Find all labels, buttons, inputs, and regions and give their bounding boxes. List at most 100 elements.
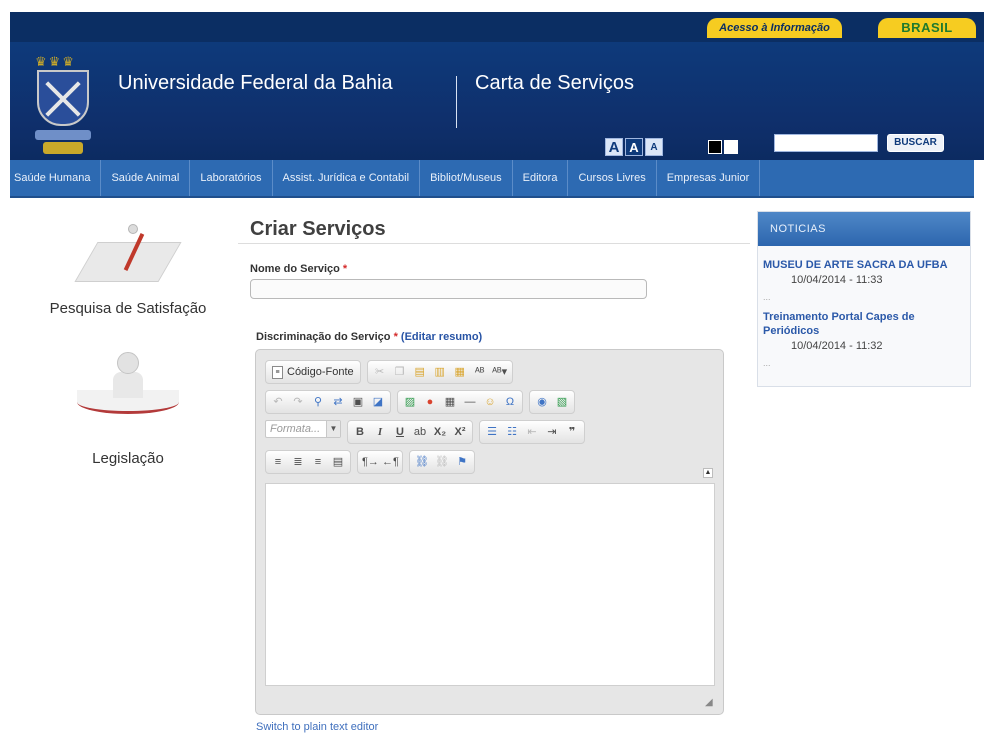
bold-icon[interactable]: B (352, 424, 368, 440)
superscript-icon[interactable]: X² (452, 424, 468, 440)
special-char-icon[interactable]: Ω (502, 394, 518, 410)
nav-item-empresas-junior[interactable]: Empresas Junior (657, 160, 761, 196)
chevron-down-icon: ▼ (326, 421, 340, 437)
format-select-value: Formata... (270, 423, 321, 435)
ltr-icon[interactable]: ¶→ (362, 454, 379, 470)
nav-item-assist-juridica[interactable]: Assist. Jurídica e Contabil (273, 160, 421, 196)
nav-item-saude-humana[interactable]: Saúde Humana (10, 160, 102, 196)
indent-icon[interactable]: ⇥ (544, 424, 560, 440)
title-divider (238, 243, 750, 244)
undo-icon[interactable]: ↶ (270, 394, 286, 410)
site-header: ♛♛♛ Universidade Federal da Bahia Carta … (10, 42, 984, 160)
main-navigation: Saúde Humana Saúde Animal Laboratórios A… (10, 160, 974, 198)
align-left-icon[interactable]: ≡ (270, 454, 286, 470)
source-code-button[interactable]: ≡ Código-Fonte (270, 365, 356, 379)
paste-text-icon[interactable]: ▥ (432, 364, 448, 380)
spellcheck-as-you-type-icon[interactable]: ᴬᴮ▾ (492, 364, 508, 380)
contrast-toggle-icon[interactable] (708, 140, 740, 154)
image-icon[interactable]: ▨ (402, 394, 418, 410)
find-icon[interactable]: ⚲ (310, 394, 326, 410)
nav-item-laboratorios[interactable]: Laboratórios (190, 160, 273, 196)
access-information-link[interactable]: Acesso à Informação (707, 18, 842, 38)
font-normal-button[interactable]: A (625, 138, 643, 156)
site-title[interactable]: Carta de Serviços (475, 72, 634, 95)
resize-handle-icon[interactable]: ◢ (705, 698, 715, 708)
source-code-label: Código-Fonte (287, 366, 354, 378)
service-name-label: Nome do Serviço * (250, 263, 347, 275)
service-description-label: Discriminação do Serviço * (Editar resum… (256, 331, 482, 343)
crest-base (43, 142, 83, 154)
remove-format-icon[interactable]: ◪ (370, 394, 386, 410)
unlink-icon[interactable]: ⛓ (434, 454, 450, 470)
font-increase-button[interactable]: A (605, 138, 623, 156)
align-center-icon[interactable]: ≣ (290, 454, 306, 470)
rich-text-editor: ≡ Código-Fonte ✂ ❐ ▤ ▥ ▦ ᴬᴮ ᴬᴮ▾ ↶ ↷ ⚲ ⇄ … (255, 349, 724, 715)
satisfaction-survey-promo[interactable]: Pesquisa de Satisfação (28, 220, 228, 317)
table-icon[interactable]: ▦ (442, 394, 458, 410)
required-marker: * (393, 331, 398, 343)
select-all-icon[interactable]: ▣ (350, 394, 366, 410)
numbered-list-icon[interactable]: ☰ (484, 424, 500, 440)
paste-word-icon[interactable]: ▦ (452, 364, 468, 380)
shield-icon (37, 70, 89, 126)
outdent-icon[interactable]: ⇤ (524, 424, 540, 440)
search-input[interactable] (774, 134, 878, 152)
source-icon: ≡ (272, 365, 283, 379)
font-decrease-button[interactable]: A (645, 138, 663, 156)
nav-item-editora[interactable]: Editora (513, 160, 569, 196)
book-illustration-icon (73, 350, 183, 420)
brasil-link[interactable]: BRASIL (878, 18, 976, 38)
news-item-title[interactable]: MUSEU DE ARTE SACRA DA UFBA (763, 258, 968, 272)
align-right-icon[interactable]: ≡ (310, 454, 326, 470)
align-justify-icon[interactable]: ▤ (330, 454, 346, 470)
news-panel: NOTICIAS MUSEU DE ARTE SACRA DA UFBA 10/… (757, 211, 971, 387)
required-marker: * (342, 263, 348, 275)
news-item-more: ... (763, 358, 771, 368)
satisfaction-survey-label[interactable]: Pesquisa de Satisfação (28, 300, 228, 317)
news-item-title[interactable]: Treinamento Portal Capes de Periódicos (763, 310, 968, 338)
news-item-date: 10/04/2014 - 11:32 (791, 340, 883, 352)
nav-item-cursos-livres[interactable]: Cursos Livres (568, 160, 657, 196)
collapse-toolbar-icon[interactable]: ▲ (703, 468, 713, 478)
editor-content-area[interactable] (265, 483, 715, 686)
underline-icon[interactable]: U (392, 424, 408, 440)
redo-icon[interactable]: ↷ (290, 394, 306, 410)
subscript-icon[interactable]: X₂ (432, 424, 448, 440)
link-icon[interactable]: ⛓ (414, 454, 430, 470)
survey-illustration-icon (74, 220, 182, 288)
service-name-input[interactable] (250, 279, 647, 299)
replace-icon[interactable]: ⇄ (330, 394, 346, 410)
nav-item-bibliot-museus[interactable]: Bibliot/Museus (420, 160, 513, 196)
edit-summary-link[interactable]: (Editar resumo) (401, 331, 482, 343)
format-select[interactable]: Formata... ▼ (265, 420, 341, 438)
university-title[interactable]: Universidade Federal da Bahia (118, 72, 393, 95)
rtl-icon[interactable]: ←¶ (382, 454, 399, 470)
copy-icon[interactable]: ❐ (392, 364, 408, 380)
anchor-flag-icon[interactable]: ⚑ (454, 454, 470, 470)
cut-icon[interactable]: ✂ (372, 364, 388, 380)
news-item: MUSEU DE ARTE SACRA DA UFBA 10/04/2014 -… (763, 258, 968, 302)
horizontal-rule-icon[interactable]: ― (462, 394, 478, 410)
spellcheck-icon[interactable]: ᴬᴮ (472, 364, 488, 380)
title-separator (456, 76, 457, 128)
crown-icon: ♛♛♛ (35, 54, 76, 69)
italic-icon[interactable]: I (372, 424, 388, 440)
news-header: NOTICIAS (758, 212, 970, 246)
bulleted-list-icon[interactable]: ☷ (504, 424, 520, 440)
strikethrough-icon[interactable]: ab (412, 424, 428, 440)
crest-banner (35, 130, 91, 140)
switch-plain-text-link[interactable]: Switch to plain text editor (256, 721, 378, 733)
search-button[interactable]: BUSCAR (887, 134, 944, 152)
ufba-crest-logo[interactable]: ♛♛♛ (35, 54, 91, 158)
paste-icon[interactable]: ▤ (412, 364, 428, 380)
legislation-promo[interactable]: Legislação (28, 350, 228, 467)
iframe-icon[interactable]: ◉ (534, 394, 550, 410)
blockquote-icon[interactable]: ❞ (564, 424, 580, 440)
page-title: Criar Serviços (250, 218, 386, 240)
flash-icon[interactable]: ● (422, 394, 438, 410)
templates-icon[interactable]: ▧ (554, 394, 570, 410)
legislation-label[interactable]: Legislação (28, 450, 228, 467)
smiley-icon[interactable]: ☺ (482, 394, 498, 410)
service-description-label-text: Discriminação do Serviço (256, 331, 391, 343)
nav-item-saude-animal[interactable]: Saúde Animal (101, 160, 191, 196)
